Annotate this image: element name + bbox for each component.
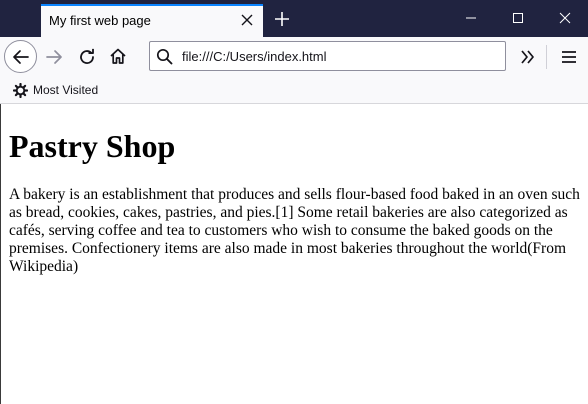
page-title: Pastry Shop (9, 128, 176, 164)
search-icon (156, 48, 173, 70)
tab-title: My first web page (49, 13, 151, 28)
toolbar-divider (546, 45, 547, 69)
gear-icon[interactable] (12, 82, 29, 103)
home-icon[interactable] (109, 47, 127, 70)
close-icon (559, 12, 571, 24)
new-tab-icon[interactable] (273, 10, 291, 28)
address-bar[interactable]: file:///C:/Users/index.html (149, 41, 506, 71)
back-arrow-icon (13, 50, 29, 64)
maximize-button[interactable] (495, 0, 541, 37)
reload-icon[interactable] (78, 48, 96, 71)
hamburger-menu-icon[interactable] (561, 48, 577, 71)
forward-arrow-icon[interactable] (45, 48, 63, 71)
title-bar: My first web page (0, 0, 588, 37)
url-text[interactable]: file:///C:/Users/index.html (182, 49, 327, 64)
active-tab[interactable]: My first web page (41, 4, 263, 37)
maximize-icon (513, 13, 523, 23)
bookmarks-toolbar: Most Visited (0, 77, 588, 104)
page-content: Pastry Shop A bakery is an establishment… (0, 104, 588, 404)
tab-close-icon[interactable] (239, 12, 255, 28)
bookmark-most-visited[interactable]: Most Visited (33, 83, 98, 97)
minimize-icon (466, 17, 476, 19)
close-window-button[interactable] (542, 0, 588, 37)
overflow-chevron-icon[interactable] (519, 48, 537, 71)
back-button[interactable] (4, 40, 37, 73)
page-paragraph: A bakery is an establishment that produc… (9, 186, 580, 275)
minimize-button[interactable] (448, 0, 494, 37)
navigation-toolbar: file:///C:/Users/index.html (0, 37, 588, 77)
